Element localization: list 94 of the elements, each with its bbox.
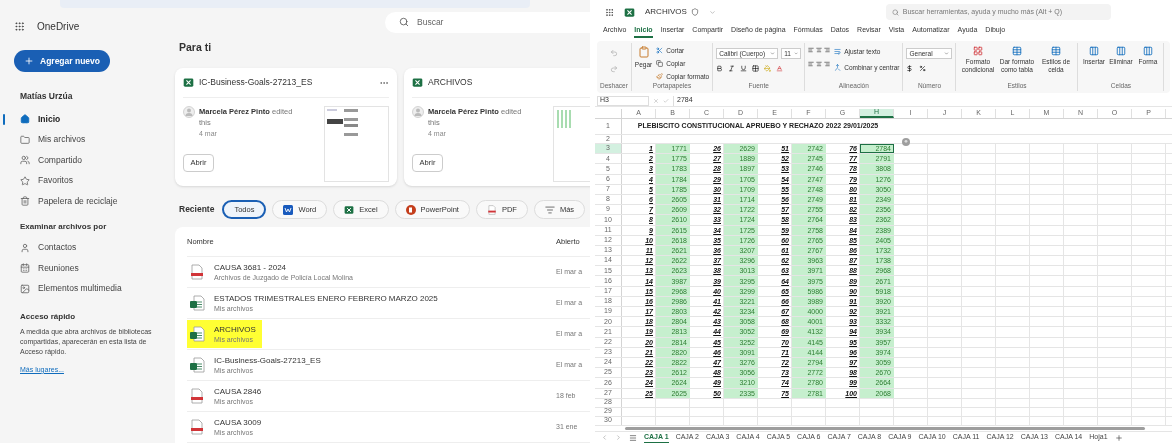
new-button[interactable]: Agregar nuevo (14, 50, 110, 72)
redo-icon (609, 65, 618, 73)
chevron-left-icon (601, 434, 608, 442)
nav-item[interactable]: Favoritos (0, 170, 170, 191)
file-name: CAUSA 2846 (214, 385, 262, 397)
card-title: ARCHIVOS (428, 76, 473, 89)
clipboard-icon (637, 46, 650, 58)
chevron-right-icon (615, 434, 622, 442)
nav-item[interactable]: Papelera de reciclaje (0, 190, 170, 212)
app-launcher-icon (14, 20, 25, 32)
presentation-icon (405, 204, 416, 215)
columns-icon (1142, 46, 1153, 56)
chevron-down-icon (770, 51, 776, 56)
table-style-icon (1050, 46, 1061, 56)
star-icon (20, 175, 30, 186)
people-icon (20, 155, 30, 165)
fill-color-icon (764, 65, 772, 72)
search-icon (399, 17, 409, 28)
chevron-down-icon (708, 8, 716, 16)
pdf-file-icon (189, 388, 205, 404)
search-icon (891, 8, 899, 16)
avatar-icon (183, 106, 195, 118)
section-heading: Acceso rápido (20, 310, 77, 323)
home-icon (20, 114, 30, 124)
chevron-down-icon (944, 51, 950, 56)
align-center-icon (816, 60, 823, 67)
spreadsheet-file-icon (189, 326, 205, 342)
pdf-file-icon (189, 264, 205, 280)
spreadsheet-file-icon (344, 204, 355, 215)
file-name: ARCHIVOS (214, 323, 256, 335)
app-launcher-icon (605, 7, 614, 17)
chevron-down-icon (793, 51, 799, 56)
file-name: CAUSA 3681 - 2024 (214, 261, 288, 273)
user-name: Matías Urzúa (20, 90, 74, 103)
percent-icon (919, 65, 927, 72)
image-icon (20, 283, 30, 294)
italic-icon (728, 65, 736, 72)
copy-icon (656, 60, 664, 68)
scrollbar[interactable] (625, 426, 1145, 430)
underline-icon (740, 65, 748, 72)
nav-item[interactable]: Compartido (0, 149, 170, 171)
nav-item[interactable]: Reuniones (0, 257, 170, 279)
spreadsheet-file-icon (412, 77, 423, 88)
calendar-icon (20, 263, 30, 273)
columns-icon (1115, 46, 1126, 56)
align-center-icon (816, 47, 823, 53)
merge-icon (834, 64, 842, 72)
wrap-text-icon (834, 48, 842, 56)
person-icon (20, 242, 30, 253)
pdf-file-icon (486, 204, 497, 215)
spreadsheet-file-icon (189, 295, 205, 311)
app-name: OneDrive (37, 19, 80, 34)
word-icon (283, 204, 294, 215)
check-icon (663, 97, 669, 104)
trash-icon (20, 196, 30, 206)
file-name: IC-Business-Goals-27213_ES (214, 354, 321, 366)
nav-item[interactable]: Inicio (0, 108, 170, 130)
borders-icon (752, 65, 760, 72)
section-heading: Para ti (179, 40, 213, 56)
table-style-icon (972, 46, 983, 56)
avatar-icon (412, 106, 424, 118)
search-field[interactable]: Buscar (385, 11, 590, 33)
file-name: CAUSA 3009 (214, 416, 262, 428)
spreadsheet-file-icon (189, 357, 205, 373)
cancel-icon (653, 97, 659, 104)
align-left-icon (808, 47, 815, 53)
align-left-icon (808, 60, 815, 67)
menu-icon (629, 433, 637, 442)
file-name: ESTADOS TRIMESTRALES ENERO FEBRERO MARZO 2025 (214, 292, 438, 304)
folder-icon (20, 134, 30, 145)
plus-icon (24, 56, 34, 66)
file-title: ARCHIVOS (645, 6, 687, 18)
filter-icon (544, 204, 555, 215)
align-right-icon (824, 60, 831, 67)
section-heading: Examinar archivos por (20, 221, 108, 234)
columns-icon (1088, 46, 1099, 56)
paintbrush-icon (656, 72, 664, 80)
scissors-icon (656, 47, 664, 55)
currency-icon (906, 65, 914, 72)
spreadsheet-file-icon (183, 77, 194, 88)
section-heading: Reciente (179, 203, 215, 216)
nav-item[interactable]: Mis archivos (0, 129, 170, 150)
align-right-icon (824, 47, 831, 53)
font-color-icon (776, 65, 784, 72)
nav-item[interactable]: Contactos (0, 237, 170, 258)
shield-icon (690, 8, 699, 16)
nav-item[interactable]: Elementos multimedia (0, 278, 170, 299)
plus-icon (1114, 433, 1123, 442)
spreadsheet-file-icon (624, 6, 635, 18)
bold-icon (716, 65, 724, 72)
pdf-file-icon (189, 419, 205, 435)
card-title: IC-Business-Goals-27213_ES (199, 76, 313, 89)
table-style-icon (1011, 46, 1022, 56)
undo-icon (609, 49, 618, 57)
